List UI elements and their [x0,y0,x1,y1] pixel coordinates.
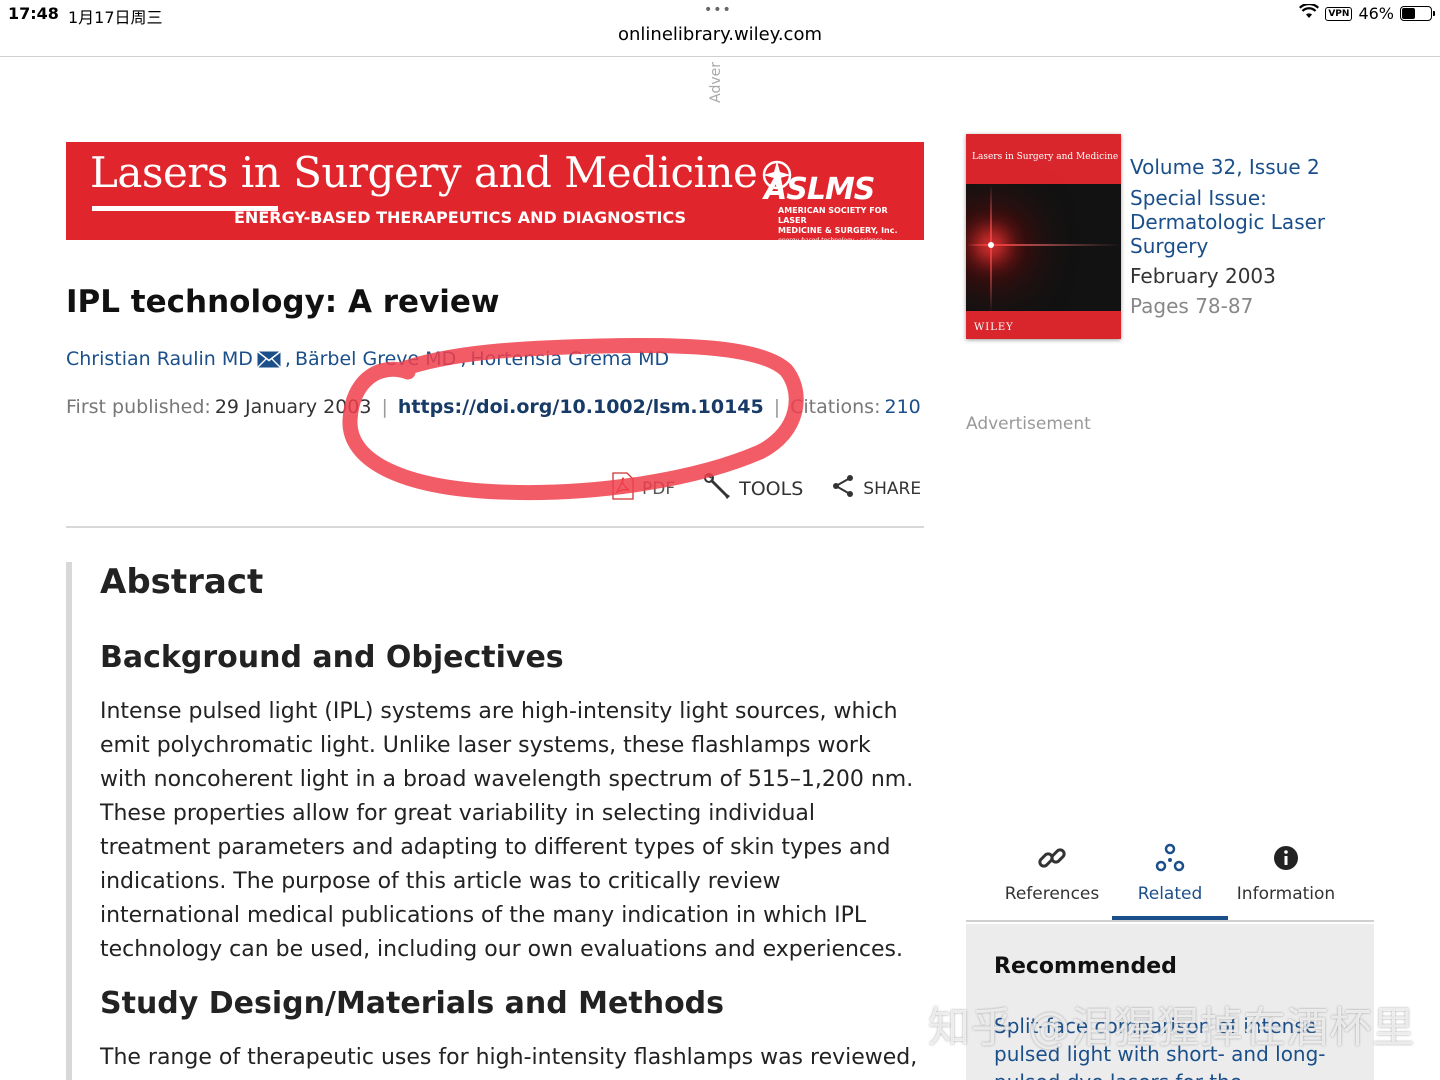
issue-volume-link[interactable]: Volume 32, Issue 2 [1130,154,1360,180]
tools-button[interactable]: TOOLS [703,472,803,505]
abstract-side-bar [66,562,72,1080]
abstract-heading: Abstract [100,562,264,602]
cover-title: Lasers in Surgery and Medicine [972,152,1119,162]
tab-label: Related [1137,884,1203,904]
share-icon [831,474,855,503]
divider [0,56,1440,57]
aslms-logo: ASLMS AMERICAN SOCIETY FOR LASER MEDICIN… [760,154,910,254]
email-icon[interactable] [256,350,281,368]
article-title: IPL technology: A review [66,284,500,320]
link-icon [994,838,1110,878]
abstract-paragraph: Intense pulsed light (IPL) systems are h… [100,699,914,962]
share-label: SHARE [863,478,922,499]
author-link[interactable]: Bärbel Greve MD [295,348,456,370]
sidebar-tabs: References Related Information [966,838,1374,922]
pdf-label: PDF [642,478,676,499]
wifi-icon [1299,2,1320,23]
related-icon [1112,838,1228,878]
advertisement-vertical-label: Adver [708,62,724,103]
aslms-tagline: AMERICAN SOCIETY FOR LASER MEDICINE & SU… [778,206,898,254]
tab-information[interactable]: Information [1228,838,1344,920]
citations-label: Citations: [790,396,881,418]
watermark: 知乎 @泪猩猩掉在酒杯里 [928,1003,1416,1052]
aslms-wordmark: ASLMS [764,172,875,207]
abstract-paragraph: The range of therapeutic uses for high-i… [100,1045,918,1070]
doi-link[interactable]: https://doi.org/10.1002/lsm.10145 [398,396,764,418]
journal-banner[interactable]: Lasers in Surgery and Medicine ENERGY-BA… [66,142,924,254]
battery-icon [1400,6,1435,21]
publication-info: First published: 29 January 2003 | https… [66,396,921,418]
divider [66,526,924,528]
vpn-badge: VPN [1325,6,1353,21]
journal-title: Lasers in Surgery and Medicine [90,148,758,197]
first-published-label: First published: [66,396,211,418]
divider [966,920,1374,922]
tab-references[interactable]: References [994,838,1110,920]
advertisement-label: Advertisement [966,414,1091,434]
multitasking-dots[interactable]: ••• [704,2,732,18]
status-indicators: VPN 46% [1299,2,1435,23]
pdf-icon [612,472,634,505]
clock: 17:48 [8,4,59,23]
share-button[interactable]: SHARE [831,474,921,503]
issue-pages: Pages 78-87 [1130,294,1254,318]
url-bar[interactable]: onlinelibrary.wiley.com [0,24,1440,45]
section-heading: Background and Objectives [100,640,564,675]
author-link[interactable]: Hortensia Grema MD [470,348,669,370]
special-issue-link[interactable]: Special Issue: Dermatologic Laser Surger… [1130,186,1360,258]
tab-label: References [1004,884,1100,904]
journal-subtitle: ENERGY-BASED THERAPEUTICS AND DIAGNOSTIC… [234,208,687,227]
section-heading: Study Design/Materials and Methods [100,986,725,1021]
recommended-heading: Recommended [994,954,1177,979]
citations-count[interactable]: 210 [884,396,920,418]
article-toolbar: PDF TOOLS SHARE [612,472,921,505]
cover-publisher: WILEY [974,322,1014,333]
separator: | [381,396,388,418]
separator: | [773,396,781,418]
author-link[interactable]: Christian Raulin MD [66,348,253,370]
info-icon [1228,838,1344,878]
author-list: Christian Raulin MD , Bärbel Greve MD , … [66,348,670,370]
laser-flare [988,242,994,248]
tab-related[interactable]: Related [1112,838,1228,920]
issue-date: February 2003 [1130,264,1276,288]
battery-percent: 46% [1358,4,1394,23]
pdf-button[interactable]: PDF [612,472,675,505]
journal-cover[interactable]: Lasers in Surgery and Medicine WILEY [966,134,1121,339]
wrench-icon [703,472,731,505]
tools-label: TOOLS [739,477,804,500]
issue-info: Volume 32, Issue 2 Special Issue: Dermat… [1130,154,1360,318]
first-published-date: 29 January 2003 [214,396,372,418]
tab-label: Information [1236,884,1336,904]
